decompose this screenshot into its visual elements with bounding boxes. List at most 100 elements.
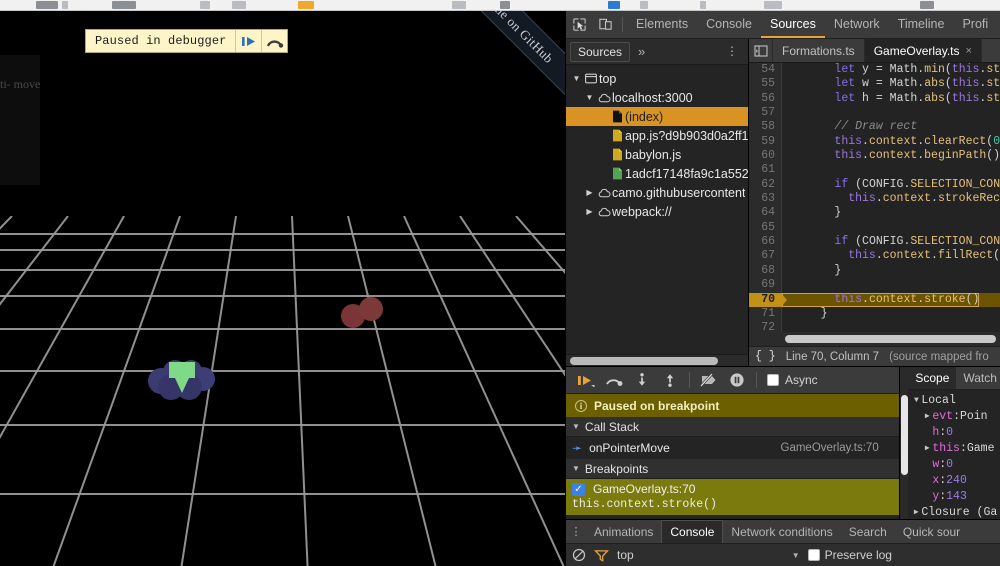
scope-row[interactable]: ▶ evt: Poin [908, 408, 1000, 424]
chevron-right-icon[interactable]: ▶ [583, 207, 596, 216]
scrollbar-thumb[interactable] [900, 395, 908, 475]
scope-row[interactable]: ▶ Closure (Ga [908, 504, 1000, 519]
code-line[interactable]: 65 [749, 220, 1000, 236]
babylon-game-canvas[interactable] [0, 11, 565, 566]
tree-item-top[interactable]: ▼ top [566, 69, 748, 88]
chevron-right-icon[interactable]: ▶ [922, 411, 932, 421]
bookmark-item[interactable] [764, 1, 782, 9]
tree-item--index-[interactable]: (index) [566, 107, 748, 126]
bookmark-item[interactable] [112, 1, 136, 9]
web-page-viewport[interactable]: ti- move Fork me on GitHub Paused in deb… [0, 11, 565, 566]
code-line[interactable]: 69 [749, 278, 1000, 293]
line-number[interactable]: 68 [749, 263, 782, 279]
step-over-button[interactable] [600, 369, 628, 391]
code-line[interactable]: 54 let y = Math.min(this.star [749, 63, 1000, 78]
scrollbar-thumb[interactable] [785, 335, 996, 343]
drawer-tab-quick-source[interactable]: Quick sour [895, 520, 968, 543]
line-number[interactable]: 63 [749, 192, 782, 207]
collapse-navigator-button[interactable] [749, 39, 773, 62]
tab-console[interactable]: Console [697, 11, 761, 38]
line-number[interactable]: 71 [749, 306, 782, 322]
line-number[interactable]: 61 [749, 163, 782, 178]
navigator-menu-button[interactable]: ⋮ [716, 45, 748, 57]
line-number[interactable]: 67 [749, 249, 782, 264]
line-number[interactable]: 64 [749, 206, 782, 221]
scope-row[interactable]: y: 143 [908, 488, 1000, 504]
drawer-tab-search[interactable]: Search [841, 520, 895, 543]
tab-timeline[interactable]: Timeline [889, 11, 954, 38]
bookmark-item[interactable] [920, 1, 934, 9]
code-line[interactable]: 58 // Draw rect [749, 120, 1000, 135]
line-number[interactable]: 72 [749, 321, 782, 332]
bookmark-item[interactable] [62, 1, 68, 9]
bookmark-item[interactable] [500, 1, 510, 9]
chevron-down-icon[interactable]: ▼ [570, 74, 583, 83]
bookmark-item[interactable] [232, 1, 246, 9]
chevron-down-icon[interactable]: ▼ [792, 551, 800, 560]
code-area[interactable]: 54 let y = Math.min(this.star55 let w = … [749, 63, 1000, 332]
step-out-button[interactable] [656, 369, 684, 391]
chevron-double-right-icon[interactable]: » [630, 44, 653, 59]
tab-scope[interactable]: Scope [908, 367, 957, 389]
chevron-right-icon[interactable]: ▶ [922, 443, 932, 453]
line-number[interactable]: 59 [749, 134, 782, 150]
tree-item-babylon-js[interactable]: babylon.js [566, 145, 748, 164]
line-number[interactable]: 55 [749, 77, 782, 92]
tab-watch[interactable]: Watch [956, 367, 1000, 389]
chevron-right-icon[interactable]: ▶ [583, 188, 596, 197]
tree-item-webpack-[interactable]: ▶ webpack:// [566, 202, 748, 221]
code-line[interactable]: 57 [749, 106, 1000, 121]
tab-elements[interactable]: Elements [627, 11, 697, 38]
scope-row[interactable]: x: 240 [908, 472, 1000, 488]
code-line[interactable]: 64 } [749, 206, 1000, 221]
bookmark-item[interactable] [452, 1, 466, 9]
breakpoint-list-item[interactable]: ✓ GameOverlay.ts:70 this.context.stroke(… [566, 479, 899, 515]
console-context-selector[interactable]: top [617, 548, 634, 562]
code-line[interactable]: 59 this.context.clearRect(0, [749, 134, 1000, 150]
scope-row[interactable]: ▶ this: Game [908, 440, 1000, 456]
line-number[interactable]: 62 [749, 177, 782, 193]
pause-on-exceptions-button[interactable] [723, 369, 751, 391]
code-line[interactable]: 56 let h = Math.abs(this.star [749, 91, 1000, 107]
code-line[interactable]: 63 this.context.strokeRect( [749, 192, 1000, 207]
device-toolbar-button[interactable] [592, 11, 618, 38]
resume-button[interactable] [572, 369, 600, 391]
file-tab-gameoverlay[interactable]: GameOverlay.ts × [864, 39, 982, 62]
inspect-element-button[interactable] [566, 11, 592, 38]
code-line[interactable]: 62 if (CONFIG.SELECTION_CONFI [749, 177, 1000, 193]
breakpoint-checkbox[interactable]: ✓ [572, 482, 585, 496]
line-number[interactable]: 70 [749, 292, 787, 307]
tab-network[interactable]: Network [825, 11, 889, 38]
call-stack-frame[interactable]: ➛ onPointerMove GameOverlay.ts:70 [566, 437, 899, 459]
line-number[interactable]: 58 [749, 120, 782, 135]
line-number[interactable]: 66 [749, 235, 782, 250]
scope-row[interactable]: w: 0 [908, 456, 1000, 472]
filter-funnel-icon[interactable] [594, 549, 609, 562]
code-line[interactable]: 66 if (CONFIG.SELECTION_CONFI [749, 235, 1000, 250]
line-number[interactable]: 57 [749, 106, 782, 121]
drawer-menu-button[interactable]: ⋮ [566, 520, 586, 543]
line-number[interactable]: 69 [749, 278, 782, 293]
line-number[interactable]: 60 [749, 149, 782, 164]
debugger-vertical-scrollbar[interactable] [899, 367, 909, 519]
preserve-log-toggle[interactable]: Preserve log [807, 548, 892, 562]
preserve-log-checkbox[interactable] [807, 549, 820, 561]
code-line[interactable]: 71 } [749, 306, 1000, 322]
red-unit-group[interactable] [340, 296, 390, 330]
tab-sources[interactable]: Sources [760, 11, 825, 38]
code-line[interactable]: 68 } [749, 263, 1000, 279]
code-line-breakpoint[interactable]: 70 this.context.stroke() [749, 292, 1000, 307]
async-checkbox[interactable] [767, 374, 779, 386]
breakpoints-section-header[interactable]: ▼ Breakpoints [566, 459, 899, 479]
tree-item-localhost-3000[interactable]: ▼ localhost:3000 [566, 88, 748, 107]
chevron-down-icon[interactable]: ▼ [911, 396, 921, 405]
line-number[interactable]: 54 [749, 63, 782, 78]
file-tab-formations[interactable]: Formations.ts [773, 39, 865, 62]
navigator-tab-sources[interactable]: Sources [570, 41, 631, 62]
tree-item-1adcf17148fa9c1a552[interactable]: 1adcf17148fa9c1a552 [566, 164, 748, 183]
deactivate-breakpoints-button[interactable] [695, 369, 723, 391]
blue-unit-group[interactable] [145, 351, 235, 401]
line-number[interactable]: 65 [749, 220, 782, 236]
call-stack-section-header[interactable]: ▼ Call Stack [566, 417, 899, 437]
step-into-button[interactable] [628, 369, 656, 391]
